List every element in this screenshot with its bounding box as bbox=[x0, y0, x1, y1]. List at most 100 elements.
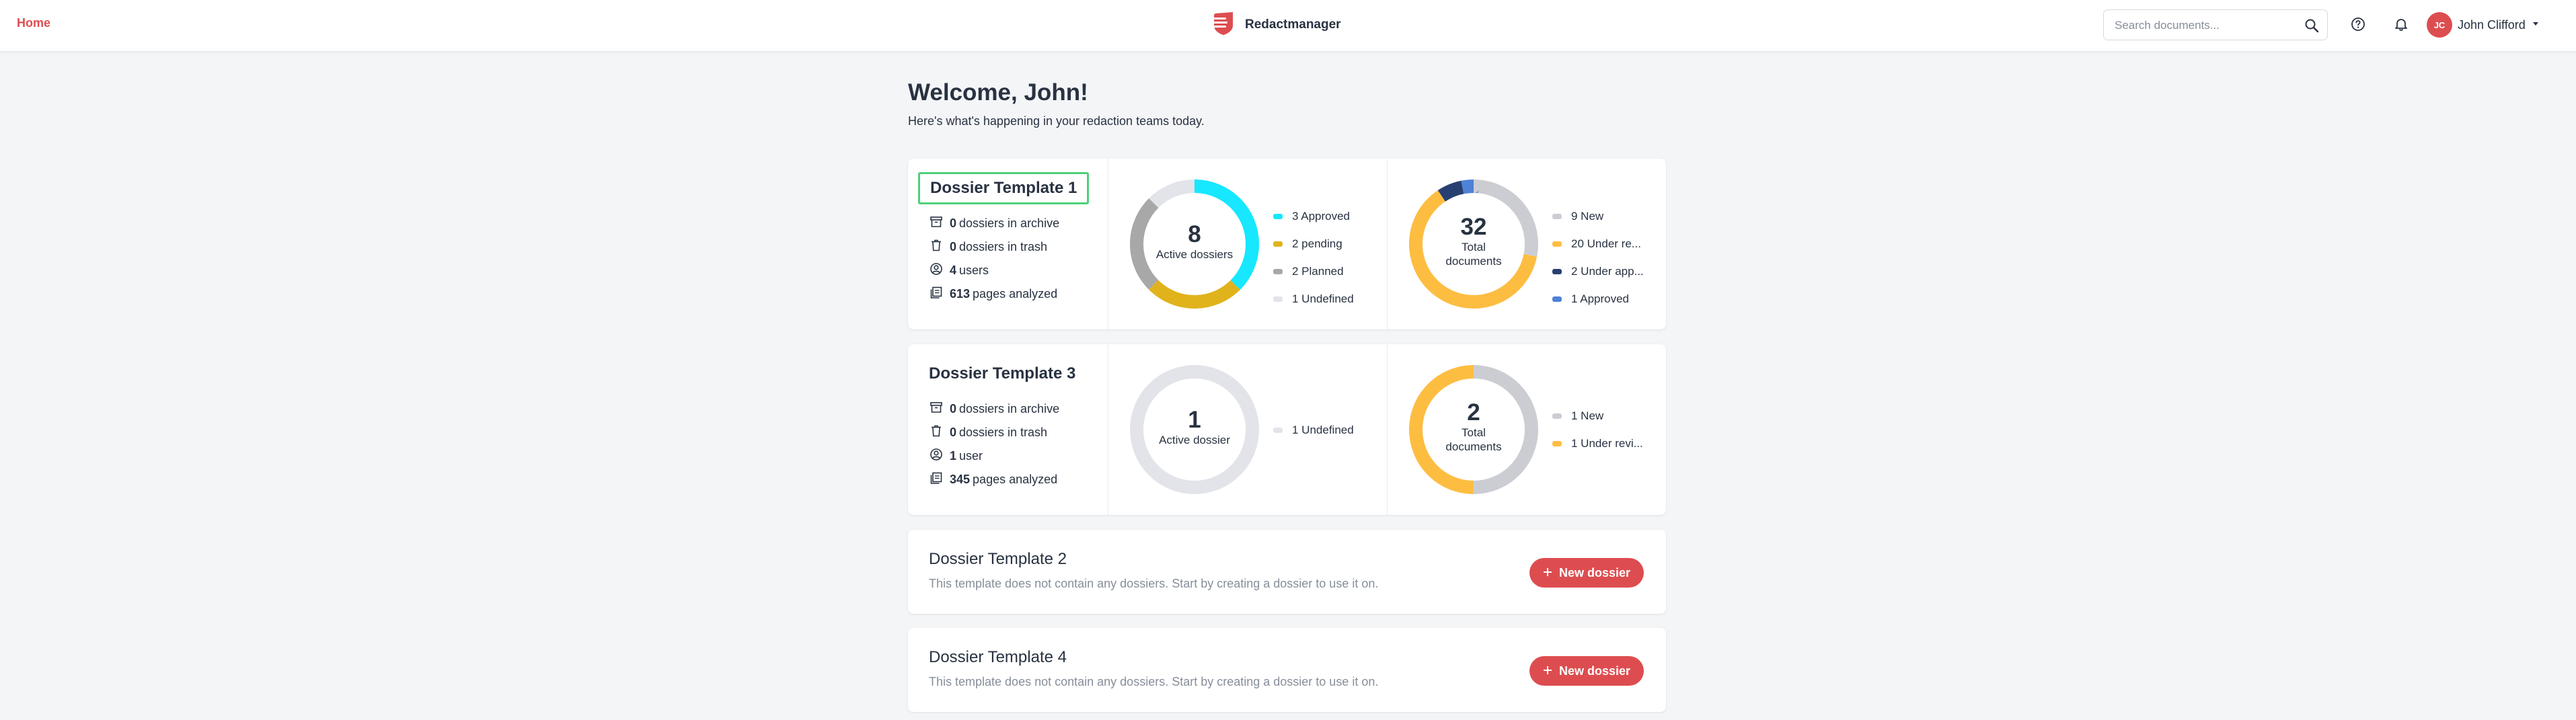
legend-label: 2 Under app... bbox=[1571, 264, 1644, 278]
avatar: JC bbox=[2427, 12, 2452, 38]
legend-item[interactable]: 1 Undefined bbox=[1273, 416, 1354, 444]
empty-template-card: Dossier Template 2 This template does no… bbox=[908, 530, 1666, 614]
user-icon bbox=[930, 262, 943, 279]
total-documents-label: documents bbox=[1445, 255, 1502, 268]
template-title[interactable]: Dossier Template 3 bbox=[929, 364, 1075, 383]
donut-center: 32 Total documents bbox=[1420, 214, 1527, 268]
search-input[interactable] bbox=[2113, 17, 2298, 34]
stat-archive: 0 dossiers in archive bbox=[930, 401, 1059, 417]
user-icon bbox=[930, 448, 943, 465]
legend-label: 3 Approved bbox=[1292, 209, 1351, 223]
legend-item[interactable]: 1 Undefined bbox=[1273, 285, 1354, 313]
stat-label: dossiers in archive bbox=[959, 402, 1060, 415]
legend-item[interactable]: 1 New bbox=[1552, 402, 1643, 430]
legend-label: 1 New bbox=[1571, 409, 1604, 422]
legend-item[interactable]: 2 pending bbox=[1273, 230, 1354, 257]
logo-icon bbox=[1209, 8, 1238, 41]
legend-label: 2 Planned bbox=[1292, 264, 1344, 278]
legend-item[interactable]: 1 Approved bbox=[1552, 285, 1644, 313]
dossier-legend: 1 Undefined bbox=[1273, 416, 1354, 444]
total-documents-count: 2 bbox=[1467, 399, 1480, 426]
new-dossier-label: New dossier bbox=[1558, 664, 1630, 678]
page-subtitle: Here's what's happening in your redactio… bbox=[908, 114, 1205, 128]
legend-label: 9 New bbox=[1571, 209, 1604, 223]
trash-icon bbox=[930, 424, 943, 441]
plus-icon bbox=[1543, 566, 1552, 580]
stat-label: pages analyzed bbox=[973, 287, 1058, 301]
plus-icon bbox=[1543, 664, 1552, 678]
divider bbox=[1387, 344, 1388, 515]
active-dossiers-count: 8 bbox=[1188, 221, 1201, 247]
documents-legend: 9 New 20 Under re... 2 Under app... 1 Ap… bbox=[1552, 202, 1644, 313]
total-documents-count: 32 bbox=[1460, 214, 1487, 240]
user-menu[interactable]: JC John Clifford bbox=[2427, 12, 2540, 38]
new-dossier-button[interactable]: New dossier bbox=[1529, 656, 1644, 686]
stat-label: dossiers in archive bbox=[959, 216, 1060, 230]
legend-item[interactable]: 9 New bbox=[1552, 202, 1644, 230]
new-dossier-label: New dossier bbox=[1558, 565, 1630, 579]
stat-label: dossiers in trash bbox=[959, 240, 1048, 253]
stat-label: users bbox=[959, 264, 989, 277]
help-button[interactable] bbox=[2347, 15, 2369, 36]
stat-value: 613 bbox=[950, 287, 971, 301]
stat-value: 0 bbox=[950, 240, 957, 253]
legend-swatch bbox=[1552, 413, 1562, 419]
legend-item[interactable]: 2 Under app... bbox=[1552, 257, 1644, 285]
template-empty-text: This template does not contain any dossi… bbox=[929, 577, 1379, 590]
legend-swatch bbox=[1552, 241, 1562, 247]
legend-item[interactable]: 20 Under re... bbox=[1552, 230, 1644, 257]
legend-label: 2 pending bbox=[1292, 237, 1342, 250]
template-title[interactable]: Dossier Template 2 bbox=[929, 550, 1067, 569]
search-box[interactable] bbox=[2103, 9, 2328, 40]
legend-label: 1 Undefined bbox=[1292, 423, 1354, 436]
legend-label: 1 Undefined bbox=[1292, 292, 1354, 305]
stat-archive: 0 dossiers in archive bbox=[930, 215, 1059, 232]
search-icon[interactable] bbox=[2304, 18, 2319, 36]
legend-label: 1 Under revi... bbox=[1571, 436, 1643, 450]
page-title: Welcome, John! bbox=[908, 79, 1088, 106]
brand-name: Redactmanager bbox=[1245, 17, 1341, 32]
total-documents-label: Total bbox=[1462, 426, 1486, 439]
template-empty-text: This template does not contain any dossi… bbox=[929, 675, 1379, 688]
stat-value: 4 bbox=[950, 264, 957, 277]
archive-icon bbox=[930, 215, 943, 232]
stat-users: 4 users bbox=[930, 262, 989, 279]
active-dossiers-count: 1 bbox=[1188, 407, 1201, 433]
active-dossiers-label: Active dossier bbox=[1159, 434, 1230, 446]
stat-value: 1 bbox=[950, 449, 957, 463]
template-title[interactable]: Dossier Template 1 bbox=[918, 172, 1090, 204]
divider bbox=[1387, 159, 1388, 329]
chevron-down-icon bbox=[2531, 19, 2540, 32]
legend-swatch bbox=[1552, 213, 1562, 219]
legend-item[interactable]: 1 Under revi... bbox=[1552, 430, 1643, 457]
legend-swatch bbox=[1273, 296, 1283, 302]
donut-center: 8 Active dossiers bbox=[1141, 222, 1248, 262]
bell-icon bbox=[2394, 17, 2409, 35]
legend-swatch bbox=[1552, 440, 1562, 446]
legend-swatch bbox=[1273, 213, 1283, 219]
stat-value: 0 bbox=[950, 426, 957, 439]
user-name: John Clifford bbox=[2458, 17, 2526, 32]
nav-home-link[interactable]: Home bbox=[17, 16, 50, 30]
stat-label: user bbox=[959, 449, 983, 463]
pages-icon bbox=[930, 286, 943, 303]
dossier-legend: 3 Approved 2 pending 2 Planned 1 Undefin… bbox=[1273, 202, 1354, 313]
legend-item[interactable]: 2 Planned bbox=[1273, 257, 1354, 285]
notifications-button[interactable] bbox=[2390, 15, 2412, 36]
trash-icon bbox=[930, 239, 943, 255]
pages-icon bbox=[930, 471, 943, 488]
archive-icon bbox=[930, 401, 943, 417]
brand[interactable]: Redactmanager bbox=[1209, 8, 1341, 41]
legend-item[interactable]: 3 Approved bbox=[1273, 202, 1354, 230]
stat-pages: 345 pages analyzed bbox=[930, 471, 1057, 488]
help-icon bbox=[2351, 17, 2365, 35]
stat-value: 345 bbox=[950, 473, 971, 486]
total-documents-label: documents bbox=[1445, 440, 1502, 453]
stat-users: 1 user bbox=[930, 448, 983, 465]
new-dossier-button[interactable]: New dossier bbox=[1529, 558, 1644, 588]
top-bar: Home Redactmanager Search documents... J… bbox=[0, 0, 2576, 52]
active-dossiers-label: Active dossiers bbox=[1156, 248, 1234, 261]
legend-swatch bbox=[1552, 296, 1562, 302]
template-title[interactable]: Dossier Template 4 bbox=[929, 648, 1067, 667]
total-documents-label: Total bbox=[1462, 241, 1486, 253]
